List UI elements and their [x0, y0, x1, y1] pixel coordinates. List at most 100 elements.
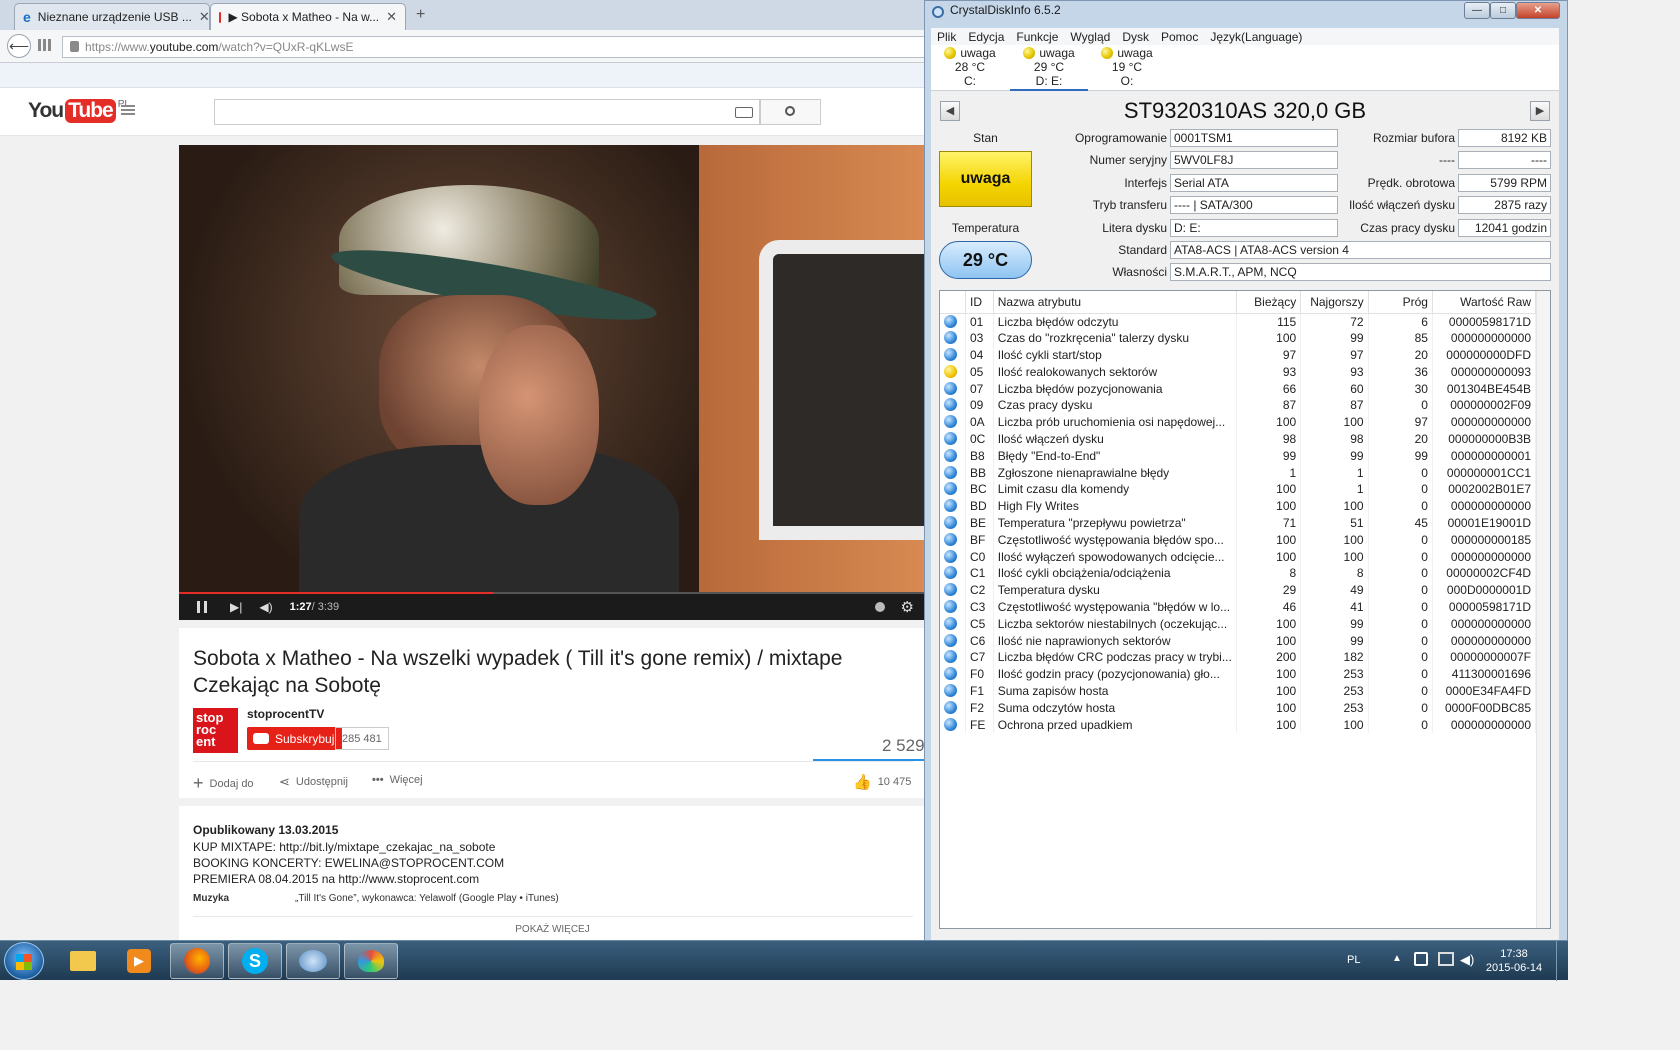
menu-pomoc[interactable]: Pomoc: [1161, 30, 1198, 44]
menu-funkcje[interactable]: Funkcje: [1016, 30, 1058, 44]
table-row[interactable]: F1 Suma zapisów hosta 100 253 0 0000E34FA4FD: [940, 682, 1537, 700]
network-icon[interactable]: [1438, 952, 1454, 966]
column-header-raw[interactable]: Wartość Raw: [1432, 291, 1537, 314]
column-header-current[interactable]: Bieżący: [1236, 291, 1302, 314]
video-player[interactable]: [179, 145, 926, 620]
video-info: Sobota x Matheo - Na wszelki wypadek ( T…: [179, 628, 926, 798]
table-row[interactable]: C5 Liczba sektorów niestabilnych (oczekuj…: [940, 615, 1537, 633]
more-button[interactable]: ••• Więcej: [372, 774, 423, 786]
column-header-worst[interactable]: Najgorszy: [1300, 291, 1369, 314]
table-row[interactable]: 07 Liczba błędów pozycjonowania 66 60 30 0013…: [940, 380, 1537, 397]
youtube-logo[interactable]: You Tube PL: [28, 99, 130, 123]
menu-jezyk[interactable]: Język(Language): [1210, 30, 1302, 44]
health-status-badge[interactable]: uwaga: [939, 151, 1032, 207]
smart-table[interactable]: ID Nazwa atrybutu Bieżący Najgorszy Próg…: [939, 290, 1551, 929]
table-row[interactable]: 03 Czas do "rozkręcenia" talerzy dysku 100…: [940, 329, 1537, 347]
taskbar-skype[interactable]: S: [228, 943, 282, 979]
table-row[interactable]: 05 Ilość realokowanych sektorów 93 93 36 0000…: [940, 363, 1537, 381]
show-more-button[interactable]: POKAŻ WIĘCEJ: [179, 924, 926, 935]
drive-de[interactable]: uwaga 29 °C D: E:: [1010, 46, 1088, 91]
guide-menu-icon[interactable]: [121, 105, 135, 115]
worst-value: 100: [1300, 716, 1369, 733]
start-button[interactable]: [4, 942, 44, 980]
table-row[interactable]: C6 Ilość nie naprawionych sektorów 100 99 0 0…: [940, 632, 1537, 649]
table-row[interactable]: B8 Błędy "End-to-End" 99 99 99 000000000001: [940, 447, 1537, 465]
url-bar[interactable]: https://www. youtube.com/watch?v=QUxR-qKL…: [62, 36, 926, 58]
table-row[interactable]: BC Limit czasu dla komendy 100 1 0 0002002B01…: [940, 480, 1537, 498]
minimize-button[interactable]: —: [1464, 2, 1490, 19]
table-row[interactable]: BF Częstotliwość występowania błędów spo.…: [940, 531, 1537, 549]
add-to-button[interactable]: + Dodaj do: [193, 773, 254, 794]
like-button[interactable]: 👍 10 475: [853, 773, 911, 791]
menu-plik[interactable]: Plik: [937, 30, 956, 44]
maximize-button[interactable]: □: [1490, 2, 1516, 19]
search-input[interactable]: [214, 99, 760, 125]
table-row[interactable]: F0 Ilość godzin pracy (pozycjonowania) gł…: [940, 665, 1537, 683]
paint-icon: [358, 950, 384, 972]
attribute-name: Zgłoszone nienaprawialne błędy: [993, 464, 1237, 481]
taskbar-crystaldiskinfo[interactable]: [286, 943, 340, 979]
table-row[interactable]: BE Temperatura "przepływu powietrza" 71 51 4…: [940, 514, 1537, 532]
good-status-icon: [944, 633, 957, 647]
column-header-status[interactable]: [940, 291, 966, 314]
table-row[interactable]: C2 Temperatura dysku 29 49 0 000D0000001D: [940, 581, 1537, 599]
search-button[interactable]: [760, 99, 821, 125]
volume-icon[interactable]: ◀): [259, 600, 272, 614]
back-icon[interactable]: ⟵: [7, 34, 31, 58]
taskbar-explorer[interactable]: [56, 943, 110, 979]
table-row[interactable]: C3 Częstotliwość występowania "błędów w l…: [940, 598, 1537, 616]
share-button[interactable]: ⋖ Udostępnij: [279, 774, 348, 790]
channel-name[interactable]: stoprocentTV: [247, 707, 324, 721]
clock[interactable]: 17:38 2015-06-14: [1484, 947, 1544, 975]
menu-dysk[interactable]: Dysk: [1122, 30, 1149, 44]
next-icon[interactable]: ▶|: [230, 600, 242, 614]
tab-usb[interactable]: e Nieznane urządzenie USB ... ✕: [14, 3, 210, 30]
channel-avatar[interactable]: stop roc ent: [193, 708, 238, 753]
prev-disk-button[interactable]: ◀: [940, 101, 960, 121]
gear-icon[interactable]: ⚙: [901, 598, 914, 616]
taskbar-media[interactable]: ▶: [112, 943, 166, 979]
pause-icon[interactable]: [197, 601, 207, 613]
column-header-id[interactable]: ID: [965, 291, 994, 314]
attribute-name: Ilość godzin pracy (pozycjonowania) gło.…: [993, 665, 1237, 683]
table-row[interactable]: BB Zgłoszone nienaprawialne błędy 1 1 0 00000…: [940, 464, 1537, 481]
close-tab-icon[interactable]: ✕: [199, 9, 209, 25]
table-row[interactable]: 0A Liczba prób uruchomienia osi napędowej…: [940, 413, 1537, 431]
watch-later-icon[interactable]: [874, 602, 885, 612]
tab-youtube[interactable]: ▶ Sobota x Matheo - Na w... ✕: [210, 3, 406, 30]
close-button[interactable]: ✕: [1516, 2, 1560, 19]
table-row[interactable]: F2 Suma odczytów hosta 100 253 0 0000F00DBC85: [940, 699, 1537, 717]
grid-icon[interactable]: [38, 39, 52, 51]
keyboard-icon[interactable]: [735, 107, 753, 118]
menu-edycja[interactable]: Edycja: [968, 30, 1004, 44]
attribute-name: Limit czasu dla komendy: [993, 480, 1237, 498]
language-indicator[interactable]: PL: [1347, 954, 1360, 966]
next-disk-button[interactable]: ▶: [1530, 101, 1550, 121]
column-header-name[interactable]: Nazwa atrybutu: [993, 291, 1237, 314]
flag-icon[interactable]: [1414, 952, 1428, 966]
table-row[interactable]: BD High Fly Writes 100 100 0 000000000000: [940, 497, 1537, 515]
table-row[interactable]: 0C Ilość włączeń dysku 98 98 20 000000000B3B: [940, 430, 1537, 448]
taskbar-paint[interactable]: [344, 943, 398, 979]
show-hidden-icons-icon[interactable]: ▲: [1392, 953, 1402, 964]
table-row[interactable]: 01 Liczba błędów odczytu 115 72 6 00000598171…: [940, 313, 1537, 330]
table-row[interactable]: FE Ochrona przed upadkiem 100 100 0 000000000…: [940, 716, 1537, 733]
drive-o[interactable]: uwaga 19 °C O:: [1088, 46, 1166, 88]
drive-c[interactable]: uwaga 28 °C C:: [931, 46, 1009, 88]
subscribe-button[interactable]: Subskrybuj: [247, 727, 343, 750]
taskbar-firefox[interactable]: [170, 943, 224, 979]
worst-value: 100: [1300, 413, 1369, 431]
column-header-threshold[interactable]: Próg: [1368, 291, 1433, 314]
table-row[interactable]: 09 Czas pracy dysku 87 87 0 000000002F09: [940, 396, 1537, 414]
table-row[interactable]: C1 Ilość cykli obciążenia/odciążenia 8 8 0 00…: [940, 564, 1537, 582]
show-desktop-button[interactable]: [1556, 941, 1568, 981]
volume-icon[interactable]: ◀): [1460, 952, 1474, 968]
table-row[interactable]: 04 Ilość cykli start/stop 97 97 20 000000000D…: [940, 346, 1537, 364]
new-tab-button[interactable]: +: [416, 6, 425, 24]
close-tab-icon[interactable]: ✕: [386, 9, 397, 25]
table-row[interactable]: C7 Liczba błędów CRC podczas pracy w tryb…: [940, 648, 1537, 666]
table-row[interactable]: C0 Ilość wyłączeń spowodowanych odcięcie.…: [940, 548, 1537, 565]
menu-wyglad[interactable]: Wygląd: [1070, 30, 1110, 44]
current-value: 46: [1236, 598, 1302, 616]
table-scrollbar[interactable]: [1536, 291, 1550, 928]
